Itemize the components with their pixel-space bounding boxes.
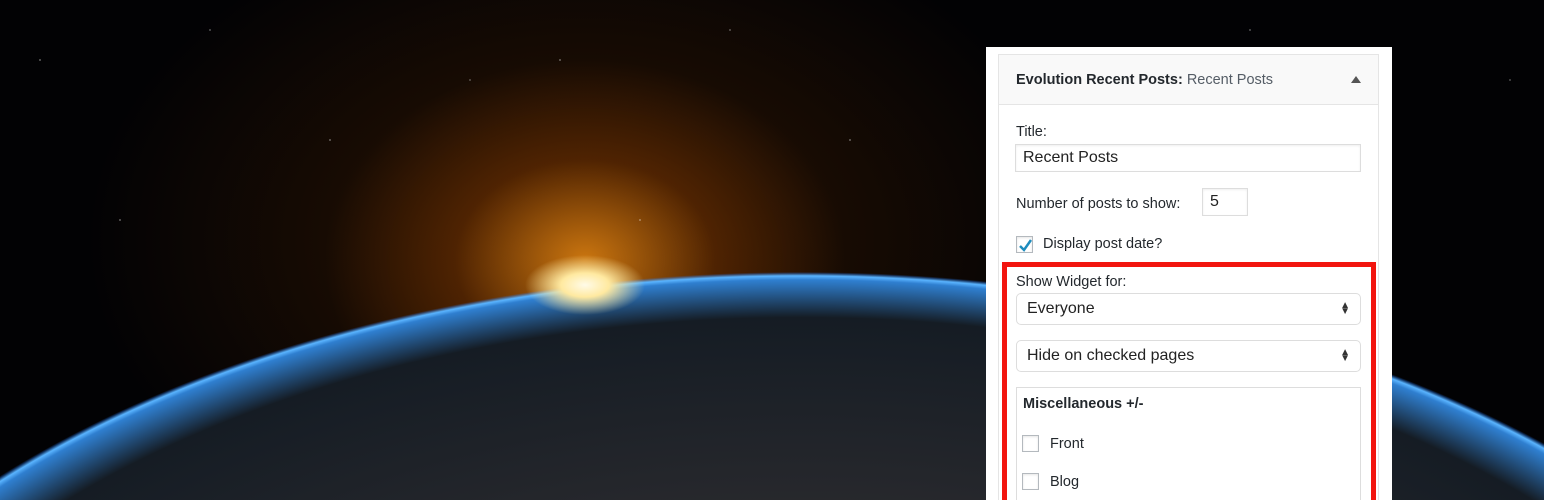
visibility-value: Hide on checked pages [1027,347,1195,364]
visibility-select[interactable]: Hide on checked pages ▲ ▼ [1016,340,1361,372]
misc-heading[interactable]: Miscellaneous +/- [1023,396,1143,412]
number-label: Number of posts to show: [1016,196,1181,212]
select-arrows-icon: ▲ ▼ [1340,347,1350,364]
title-input[interactable]: Recent Posts [1015,144,1361,172]
display-date-label: Display post date? [1043,236,1163,252]
title-label: Title: [1016,124,1047,140]
blog-label: Blog [1050,474,1080,490]
checkmark-icon [1019,239,1033,252]
show-for-value: Everyone [1027,300,1095,317]
front-checkbox[interactable] [1022,435,1039,452]
collapse-arrow-icon[interactable] [1351,76,1361,83]
front-label: Front [1050,436,1084,452]
blog-checkbox[interactable] [1022,473,1039,490]
select-arrows-icon: ▲ ▼ [1340,300,1350,317]
number-input[interactable]: 5 [1202,188,1248,216]
show-for-label: Show Widget for: [1016,274,1127,290]
widget-header[interactable]: Evolution Recent Posts: Recent Posts [999,55,1378,105]
widget-title: Recent Posts [1186,71,1274,88]
widget-name: Evolution Recent Posts: [1016,71,1183,88]
show-for-select[interactable]: Everyone ▲ ▼ [1016,293,1361,325]
display-date-checkbox[interactable] [1016,236,1033,253]
